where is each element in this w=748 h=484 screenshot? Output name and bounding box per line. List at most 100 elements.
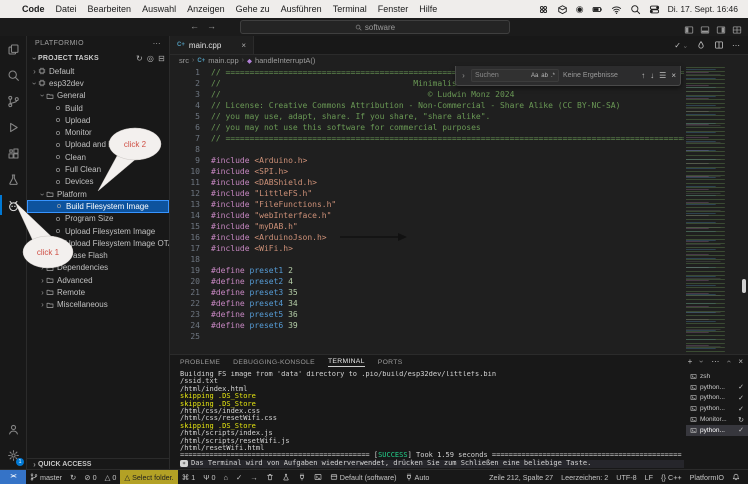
match-case-icon[interactable]: Aa (531, 73, 538, 79)
menu-item-anzeigen[interactable]: Anzeigen (187, 4, 225, 14)
history-nav[interactable]: ←→ (190, 21, 224, 31)
account-icon[interactable] (0, 416, 26, 442)
status-select-folder[interactable]: △ Select folder. (120, 470, 178, 484)
collapse-all-icon[interactable]: ⊟ (158, 54, 165, 63)
panel-tab-probleme[interactable]: PROBLEME (180, 359, 220, 366)
testing-icon[interactable] (0, 166, 26, 192)
settings-gear-icon[interactable]: 1 (0, 442, 26, 468)
tree-item-advanced[interactable]: › Advanced (27, 274, 169, 286)
debug-drop-icon[interactable] (696, 40, 706, 50)
terminal-session-python[interactable]: python... ✓ (686, 424, 748, 436)
app-knot-icon[interactable] (538, 3, 549, 14)
refresh-icon[interactable]: ↻ (136, 54, 143, 63)
code-editor[interactable]: 1 // ====================================… (170, 67, 684, 355)
spotlight-icon[interactable] (630, 3, 641, 14)
next-match-icon[interactable]: ↓ (650, 71, 654, 80)
tree-item-build-filesystem-image[interactable]: Build Filesystem Image (27, 200, 169, 213)
source-control-icon[interactable] (0, 88, 26, 114)
tree-item-miscellaneous[interactable]: › Miscellaneous (27, 299, 169, 311)
battery-icon[interactable] (592, 3, 603, 14)
status-git-branch[interactable]: master (26, 470, 66, 484)
split-editor-icon[interactable] (714, 40, 724, 50)
panel-tab-debugging-konsole[interactable]: DEBUGGING-KONSOLE (233, 359, 315, 366)
tree-item-remote[interactable]: › Remote (27, 286, 169, 298)
status-platformio-status[interactable]: PlatformIO (686, 470, 728, 484)
tree-item-erase-flash[interactable]: Erase Flash (27, 249, 169, 261)
menu-item-fenster[interactable]: Fenster (378, 4, 409, 14)
editor-scrollbar[interactable] (740, 67, 748, 355)
close-icon[interactable]: × (671, 71, 676, 80)
status-pio-env[interactable]: Default (software) (326, 470, 401, 484)
status-pio-monitor[interactable] (294, 470, 310, 484)
run-build-icon[interactable]: ✓› (674, 41, 688, 50)
menu-item-datei[interactable]: Datei (56, 4, 77, 14)
platformio-icon[interactable] (0, 192, 26, 218)
dropbox-icon[interactable] (557, 3, 568, 14)
more-actions-icon[interactable]: ⋯ (732, 41, 740, 50)
tree-item-devices[interactable]: Devices (27, 176, 169, 188)
regex-icon[interactable]: .* (551, 73, 555, 79)
tree-item-upload-filesystem-image-ota[interactable]: Upload Filesystem Image OTA (27, 237, 169, 249)
status-pio-upload[interactable]: → (246, 470, 262, 484)
status-language-mode[interactable]: {} C++ (657, 470, 686, 484)
status-indentation[interactable]: Leerzeichen: 2 (557, 470, 612, 484)
tree-item-platform[interactable]: › Platform (27, 188, 169, 200)
menu-item-code[interactable]: Code (22, 4, 45, 14)
menu-item-terminal[interactable]: Terminal (333, 4, 367, 14)
status-pio-build[interactable]: ✓ (232, 470, 246, 484)
menu-item-bearbeiten[interactable]: Bearbeiten (88, 4, 132, 14)
launch-profile-icon[interactable]: › (697, 358, 706, 365)
close-panel-icon[interactable]: × (738, 357, 743, 366)
status-serial-port[interactable]: Auto (401, 470, 434, 484)
status-usb-count[interactable]: Ψ0 (199, 470, 219, 484)
project-tasks-header[interactable]: › PROJECT TASKS ↻ ◎ ⊟ (27, 51, 169, 65)
minimap[interactable] (686, 67, 740, 355)
menu-item-gehe-zu[interactable]: Gehe zu (236, 4, 270, 14)
find-in-selection-icon[interactable]: ☰ (659, 71, 666, 80)
status-pio-test[interactable] (278, 470, 294, 484)
status-warnings[interactable]: △ 0 (101, 470, 121, 484)
menu-item-ausführen[interactable]: Ausführen (281, 4, 322, 14)
status-errors[interactable]: ⊘ 0 (80, 470, 100, 484)
maximize-panel-icon[interactable]: › (724, 358, 733, 365)
menubar-clock[interactable]: Di. 17. Sept. 16:46 (668, 4, 738, 14)
group-icon[interactable]: ◎ (147, 54, 154, 63)
tree-item-dependencies[interactable]: › Dependencies (27, 262, 169, 274)
terminal-session-python[interactable]: python... ✓ (686, 393, 748, 404)
new-terminal-icon[interactable]: + (688, 357, 693, 366)
terminal-session-zsh[interactable]: zsh (686, 371, 748, 382)
panel-tab-ports[interactable]: PORTS (378, 359, 403, 366)
record-icon[interactable]: ◉ (576, 4, 584, 15)
status-pio-clean[interactable] (262, 470, 278, 484)
extensions-icon[interactable] (0, 140, 26, 166)
tree-item-esp32dev[interactable]: › esp32dev (27, 77, 169, 89)
run-debug-icon[interactable] (0, 114, 26, 140)
command-center-search[interactable]: software (240, 20, 510, 34)
search-icon[interactable] (0, 62, 26, 88)
status-encoding[interactable]: UTF-8 (612, 470, 640, 484)
tree-item-program-size[interactable]: Program Size (27, 213, 169, 225)
menu-item-auswahl[interactable]: Auswahl (142, 4, 176, 14)
status-pio-terminal[interactable] (310, 470, 326, 484)
status-cursor-position[interactable]: Zeile 212, Spalte 27 (485, 470, 557, 484)
tree-item-upload[interactable]: Upload (27, 114, 169, 126)
terminal-session-python[interactable]: python... ✓ (686, 403, 748, 414)
tree-item-default[interactable]: › Default (27, 65, 169, 77)
tree-item-upload-and-monitor[interactable]: Upload and Monitor (27, 139, 169, 151)
more-actions-icon[interactable]: ⋯ (153, 39, 161, 48)
prev-match-icon[interactable]: ↑ (641, 71, 645, 80)
terminal-session-python[interactable]: python... ✓ (686, 382, 748, 393)
control-center-icon[interactable] (649, 3, 660, 14)
status-cmd-count[interactable]: ⌘ 1 (178, 470, 200, 484)
status-remote-indicator[interactable]: >< (0, 470, 26, 484)
close-icon[interactable]: × (241, 41, 246, 50)
tree-item-full-clean[interactable]: Full Clean (27, 163, 169, 175)
tree-item-build[interactable]: Build (27, 102, 169, 114)
whole-word-icon[interactable]: ab (541, 73, 548, 79)
tree-item-clean[interactable]: Clean (27, 151, 169, 163)
wifi-icon[interactable] (611, 3, 622, 14)
tree-item-monitor[interactable]: Monitor (27, 126, 169, 138)
tree-item-general[interactable]: › General (27, 90, 169, 102)
terminal-output[interactable]: Building FS image from 'data' directory … (180, 371, 684, 470)
status-notifications[interactable] (728, 470, 744, 484)
